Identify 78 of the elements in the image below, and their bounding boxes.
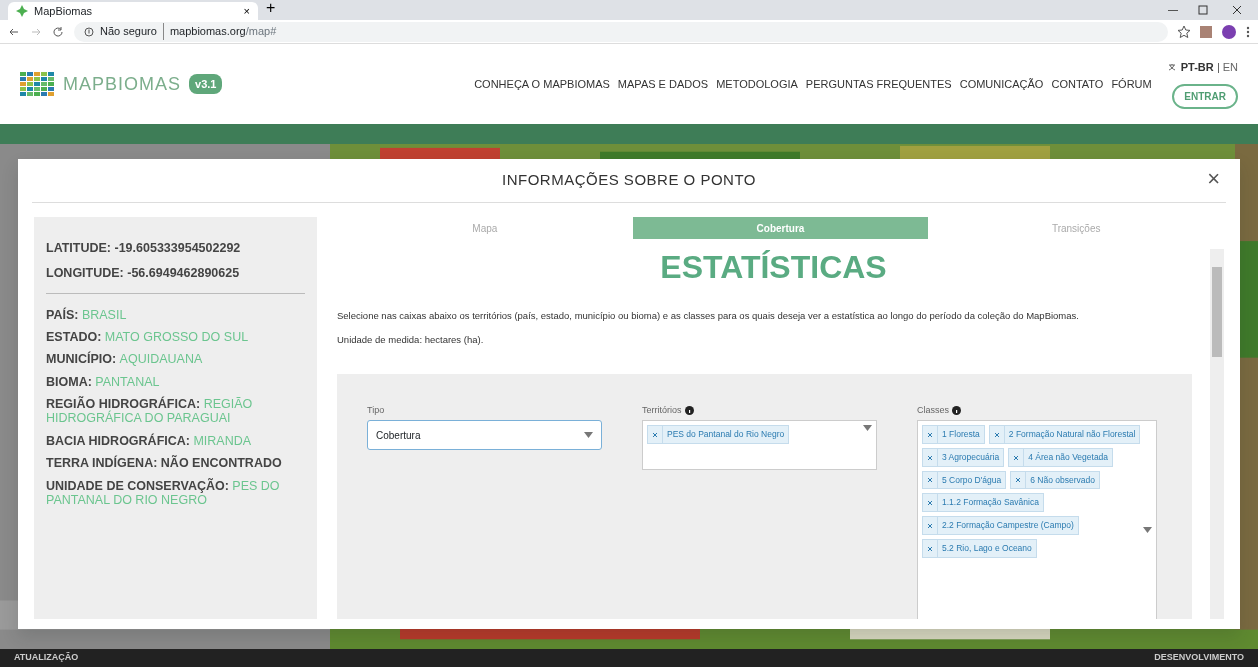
- footer-link[interactable]: ATUALIZAÇÃO: [14, 651, 79, 665]
- new-tab-button[interactable]: +: [266, 0, 276, 20]
- logo-icon[interactable]: [20, 71, 55, 97]
- language-link[interactable]: PT-BR: [1180, 59, 1214, 76]
- extension-icon[interactable]: [1200, 25, 1212, 38]
- reload-icon[interactable]: [52, 25, 64, 38]
- multi-select-field[interactable]: PES do Pantanal do Rio Negro: [642, 420, 877, 470]
- nav-link[interactable]: FÓRUM: [1111, 75, 1152, 93]
- close-tab-button[interactable]: ×: [243, 2, 250, 20]
- selected-tag: 2.2 Formação Campestre (Campo): [922, 516, 1079, 535]
- version-badge: v3.1: [189, 73, 223, 95]
- unit-note: Unidade de medida: hectares (ha).: [337, 333, 485, 348]
- caret-icon: [1143, 527, 1152, 533]
- selected-tag: 2 Formação Natural não Florestal: [988, 425, 1141, 444]
- field-label: Classes: [917, 403, 949, 417]
- detail-text: UNIDADE DE CONSERVAÇÃO: PES DO PANTANAL DO RIO NEGRO: [46, 478, 281, 508]
- selected-tag: 1.1.2 Formação Savânica: [922, 493, 1044, 512]
- tab-title: MapBiomas: [34, 3, 94, 19]
- close-icon: [927, 454, 933, 461]
- close-icon: [927, 522, 933, 529]
- nav-link[interactable]: CONTATO: [1051, 75, 1104, 93]
- caret-icon: [863, 425, 872, 431]
- nav-link[interactable]: PERGUNTAS FREQUENTES: [805, 75, 952, 93]
- leaf-icon: [16, 5, 28, 17]
- footer-link[interactable]: DESENVOLVIMENTO: [1154, 651, 1244, 665]
- translate-icon: [1167, 63, 1177, 72]
- detail-text: TERRA INDÍGENA: NÃO ENCONTRADO: [46, 456, 283, 471]
- close-icon: [1015, 477, 1022, 484]
- selected-tag: 5.2 Rio, Lago e Oceano: [922, 538, 1037, 558]
- type-select[interactable]: Cobertura: [367, 420, 602, 450]
- field-label: Tipo: [367, 403, 386, 417]
- info-icon: [84, 26, 94, 37]
- detail-text: BIOMA: PANTANAL: [46, 374, 161, 389]
- close-icon: [1013, 454, 1020, 461]
- multi-select-field[interactable]: 1 Floresta 2 Formação Natural não Florestal 3 Agropecuária 4 Área não Vegetada 5 Corpo D'água 6 Não observado 1.1.2 Formação Savânica 2.2 Formação Campestre (Campo) 5.2 Rio, Lago e Oceano: [917, 420, 1157, 619]
- scrollbar[interactable]: [1210, 249, 1224, 619]
- nav-link[interactable]: MAPAS E DADOS: [617, 75, 709, 93]
- security-label: Não seguro: [100, 24, 157, 40]
- selected-tag: 5 Corpo D'água: [922, 470, 1007, 490]
- info-icon: [684, 405, 694, 415]
- coordinate-text: LONGITUDE: -56.6949462890625: [46, 264, 241, 282]
- nav-link[interactable]: CONHEÇA O MAPBIOMAS: [474, 75, 610, 93]
- close-icon: [927, 431, 933, 438]
- url-text: mapbiomas.org/map#: [162, 23, 277, 40]
- close-icon: [927, 500, 933, 506]
- scrollbar-thumb[interactable]: [1212, 267, 1222, 357]
- detail-text: MUNICÍPIO: AQUIDAUANA: [46, 352, 204, 367]
- close-button[interactable]: ×: [1201, 167, 1226, 191]
- selected-tag: 1 Floresta: [922, 425, 985, 444]
- close-icon[interactable]: [1232, 5, 1242, 15]
- nav-link[interactable]: METODOLOGIA: [716, 75, 798, 93]
- close-icon: [927, 545, 933, 552]
- info-icon: [952, 405, 961, 415]
- menu-icon[interactable]: [1246, 25, 1250, 38]
- close-icon: [652, 431, 658, 438]
- star-icon[interactable]: [1178, 25, 1190, 38]
- section-heading: ESTATÍSTICAS: [659, 248, 888, 287]
- field-label: Territórios: [642, 403, 682, 417]
- coordinate-text: LATITUDE: -19.605333954502292: [46, 240, 242, 257]
- detail-text: ESTADO: MATO GROSSO DO SUL: [46, 329, 250, 345]
- detail-text: BACIA HIDROGRÁFICA: MIRANDA: [46, 433, 253, 449]
- description-text: Selecione nas caixas abaixo os territórios (país, estado, município ou bioma) e as classes para os quais deseja ver a estatística ao longo do período da coleção do MapBiomas.: [337, 309, 1080, 323]
- avatar-icon[interactable]: [1222, 24, 1236, 39]
- detail-text: REGIÃO HIDROGRÁFICA: REGIÃO HIDROGRÁFICA DO PARAGUAI: [46, 397, 254, 426]
- caret-icon: [584, 432, 593, 438]
- selected-tag: 4 Área não Vegetada: [1008, 447, 1114, 467]
- nav-link[interactable]: COMUNICAÇÃO: [959, 75, 1044, 93]
- modal-title: INFORMAÇÕES SOBRE O PONTO: [502, 170, 756, 191]
- close-icon: [927, 477, 933, 484]
- selected-tag: 6 Não observado: [1010, 470, 1101, 490]
- language-link[interactable]: EN: [1222, 59, 1238, 76]
- close-icon: [993, 431, 1000, 438]
- selected-tag: 3 Agropecuária: [922, 447, 1005, 467]
- browser-tab[interactable]: MapBiomas ×: [8, 2, 258, 20]
- selected-tag: PES do Pantanal do Rio Negro: [647, 425, 790, 444]
- address-bar[interactable]: Não seguro mapbiomas.org/map#: [74, 21, 1168, 42]
- detail-text: PAÍS: BRASIL: [46, 307, 128, 322]
- maximize-icon[interactable]: [1198, 5, 1208, 15]
